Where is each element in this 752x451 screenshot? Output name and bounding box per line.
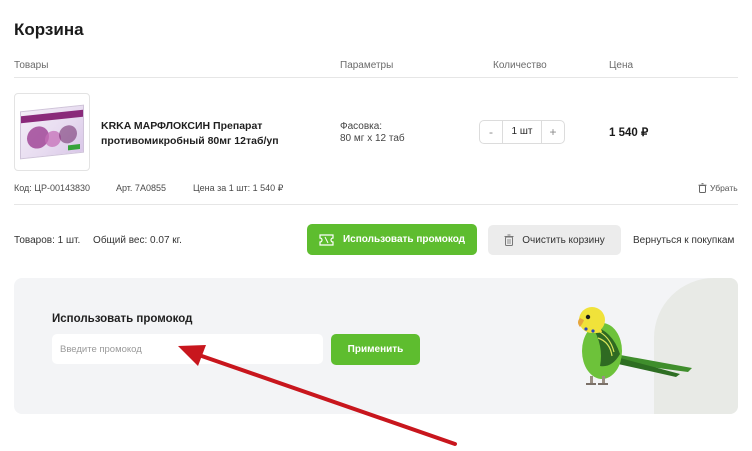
- apply-promo-button[interactable]: Применить: [331, 334, 420, 365]
- trash-small-icon: [698, 183, 707, 193]
- header-divider: [14, 77, 738, 78]
- page-title: Корзина: [14, 20, 84, 39]
- cart-summary: Товаров: 1 шт. Общий вес: 0.07 кг.: [14, 235, 182, 246]
- item-divider: [14, 204, 738, 205]
- param-label: Фасовка:: [340, 121, 383, 132]
- header-params: Параметры: [340, 60, 394, 71]
- trash-icon: [504, 234, 514, 246]
- parrot-illustration: [578, 307, 692, 385]
- header-qty: Количество: [493, 60, 547, 71]
- back-to-shopping-link[interactable]: Вернуться к покупкам: [633, 235, 734, 246]
- item-unit-price: Цена за 1 шт: 1 540 ₽: [193, 183, 284, 193]
- clear-cart-label: Очистить корзину: [522, 234, 605, 246]
- coupon-icon: [319, 233, 334, 246]
- product-package-illustration: [20, 104, 84, 160]
- param-value: 80 мг х 12 таб: [340, 133, 405, 144]
- product-name-link[interactable]: KRKA МАРФЛОКСИН Препарат противомикробны…: [101, 119, 301, 149]
- item-article: Арт. 7А0855: [116, 183, 166, 193]
- product-image[interactable]: [14, 93, 90, 171]
- header-price: Цена: [609, 60, 634, 71]
- promo-title: Использовать промокод: [52, 313, 193, 325]
- item-code: Код: ЦР-00143830: [14, 183, 91, 193]
- summary-count: Товаров: 1 шт.: [14, 235, 81, 246]
- promo-code-input[interactable]: [52, 334, 323, 364]
- remove-label: Убрать: [710, 183, 738, 193]
- item-price: 1 540 ₽: [609, 127, 649, 139]
- use-promo-button[interactable]: Использовать промокод: [307, 224, 477, 255]
- qty-increase-button[interactable]: +: [542, 125, 564, 139]
- remove-item-button[interactable]: Убрать: [698, 183, 738, 193]
- clear-cart-button[interactable]: Очистить корзину: [488, 225, 621, 255]
- quantity-stepper: - 1 шт +: [479, 120, 565, 144]
- header-products: Товары: [14, 60, 49, 71]
- qty-decrease-button[interactable]: -: [480, 125, 502, 139]
- use-promo-label: Использовать промокод: [342, 234, 466, 245]
- qty-value[interactable]: 1 шт: [502, 121, 542, 143]
- summary-weight: Общий вес: 0.07 кг.: [93, 235, 182, 246]
